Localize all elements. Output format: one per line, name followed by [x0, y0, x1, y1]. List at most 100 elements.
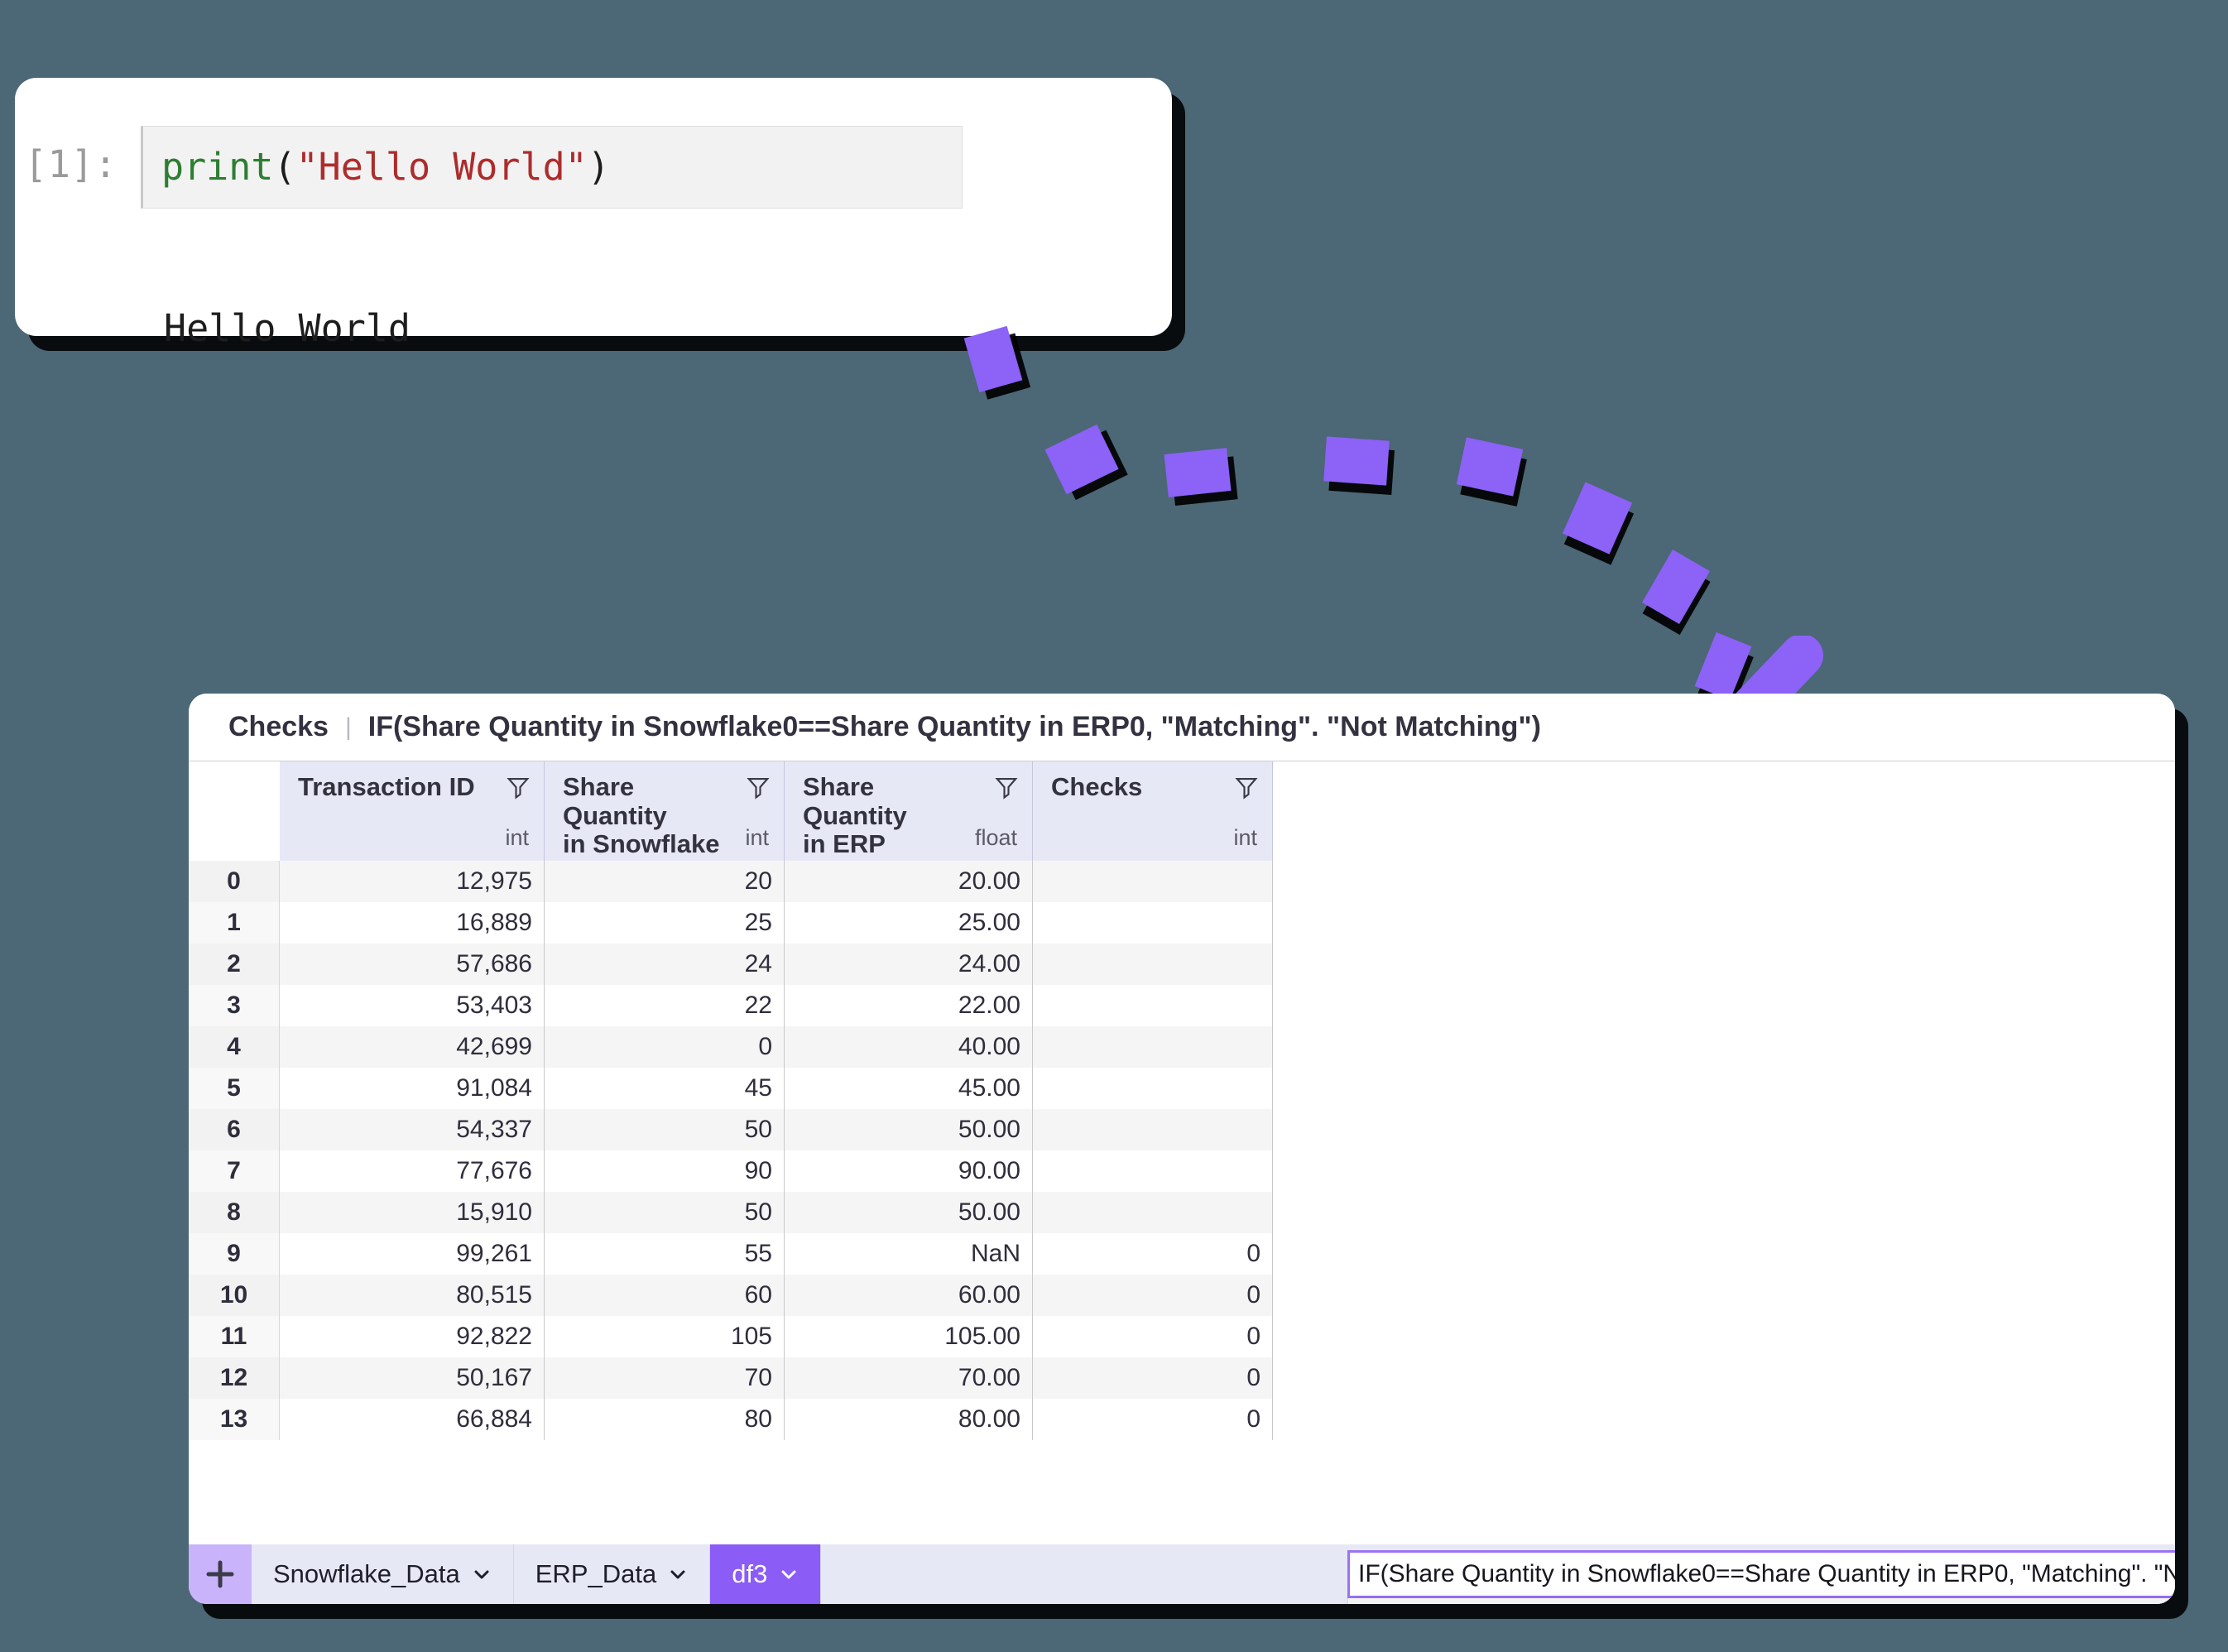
cell-checks[interactable]: 0: [1033, 1316, 1273, 1357]
sheet-tab-df3[interactable]: df3: [710, 1544, 821, 1604]
row-index-cell[interactable]: 4: [189, 1026, 280, 1068]
table-row[interactable]: 777,6769090.00: [189, 1150, 2175, 1192]
cell-transaction-id[interactable]: 16,889: [280, 902, 545, 944]
row-index-cell[interactable]: 10: [189, 1275, 280, 1316]
cell-checks[interactable]: [1033, 1026, 1273, 1068]
cell-share-quantity-erp[interactable]: NaN: [785, 1233, 1033, 1275]
cell-share-quantity-erp[interactable]: 70.00: [785, 1357, 1033, 1399]
table-row[interactable]: 999,26155NaN0: [189, 1233, 2175, 1275]
row-index-cell[interactable]: 8: [189, 1192, 280, 1233]
cell-share-quantity-snowflake[interactable]: 70: [545, 1357, 785, 1399]
row-index-cell[interactable]: 6: [189, 1109, 280, 1150]
cell-transaction-id[interactable]: 92,822: [280, 1316, 545, 1357]
row-index-cell[interactable]: 5: [189, 1068, 280, 1109]
table-row[interactable]: 1250,1677070.000: [189, 1357, 2175, 1399]
cell-transaction-id[interactable]: 77,676: [280, 1150, 545, 1192]
cell-share-quantity-snowflake[interactable]: 60: [545, 1275, 785, 1316]
row-index-cell[interactable]: 11: [189, 1316, 280, 1357]
cell-checks[interactable]: 0: [1033, 1275, 1273, 1316]
cell-share-quantity-snowflake[interactable]: 50: [545, 1109, 785, 1150]
formula-editor-input[interactable]: IF(Share Quantity in Snowflake0==Share Q…: [1347, 1550, 2175, 1598]
cell-share-quantity-snowflake[interactable]: 55: [545, 1233, 785, 1275]
cell-checks[interactable]: [1033, 1109, 1273, 1150]
cell-transaction-id[interactable]: 54,337: [280, 1109, 545, 1150]
cell-share-quantity-erp[interactable]: 90.00: [785, 1150, 1033, 1192]
cell-share-quantity-snowflake[interactable]: 45: [545, 1068, 785, 1109]
cell-checks[interactable]: 0: [1033, 1357, 1273, 1399]
cell-checks[interactable]: [1033, 1192, 1273, 1233]
cell-share-quantity-snowflake[interactable]: 22: [545, 985, 785, 1026]
edit-entire-column-row[interactable]: Edit entire column On: [1348, 1598, 2175, 1604]
chevron-down-icon[interactable]: [668, 1564, 688, 1584]
table-row[interactable]: 012,9752020.00: [189, 861, 2175, 902]
column-header-checks[interactable]: Checks int: [1033, 761, 1273, 861]
table-row[interactable]: 442,699040.00: [189, 1026, 2175, 1068]
cell-checks[interactable]: 0: [1033, 1233, 1273, 1275]
row-index-cell[interactable]: 2: [189, 944, 280, 985]
cell-share-quantity-erp[interactable]: 60.00: [785, 1275, 1033, 1316]
cell-share-quantity-erp[interactable]: 45.00: [785, 1068, 1033, 1109]
cell-share-quantity-snowflake[interactable]: 0: [545, 1026, 785, 1068]
cell-share-quantity-snowflake[interactable]: 20: [545, 861, 785, 902]
cell-checks[interactable]: [1033, 1068, 1273, 1109]
row-index-cell[interactable]: 7: [189, 1150, 280, 1192]
filter-icon[interactable]: [994, 775, 1019, 800]
filter-icon[interactable]: [746, 775, 771, 800]
cell-transaction-id[interactable]: 57,686: [280, 944, 545, 985]
cell-checks[interactable]: [1033, 902, 1273, 944]
cell-checks[interactable]: [1033, 944, 1273, 985]
cell-share-quantity-erp[interactable]: 80.00: [785, 1399, 1033, 1440]
cell-transaction-id[interactable]: 99,261: [280, 1233, 545, 1275]
cell-share-quantity-snowflake[interactable]: 90: [545, 1150, 785, 1192]
row-index-cell[interactable]: 12: [189, 1357, 280, 1399]
cell-transaction-id[interactable]: 53,403: [280, 985, 545, 1026]
cell-transaction-id[interactable]: 12,975: [280, 861, 545, 902]
add-sheet-button[interactable]: [189, 1544, 252, 1604]
chevron-down-icon[interactable]: [779, 1564, 799, 1584]
table-row[interactable]: 1080,5156060.000: [189, 1275, 2175, 1316]
column-header-share-quantity-snowflake[interactable]: Share Quantity in Snowflake int: [545, 761, 785, 861]
cell-share-quantity-snowflake[interactable]: 50: [545, 1192, 785, 1233]
cell-checks[interactable]: 0: [1033, 1399, 1273, 1440]
filter-icon[interactable]: [506, 775, 531, 800]
row-index-cell[interactable]: 3: [189, 985, 280, 1026]
table-row[interactable]: 1366,8848080.000: [189, 1399, 2175, 1440]
cell-checks[interactable]: [1033, 1150, 1273, 1192]
table-row[interactable]: 815,9105050.00: [189, 1192, 2175, 1233]
column-header-share-quantity-erp[interactable]: Share Quantity in ERP float: [785, 761, 1033, 861]
cell-share-quantity-snowflake[interactable]: 25: [545, 902, 785, 944]
sheet-tab-snowflake_data[interactable]: Snowflake_Data: [252, 1544, 514, 1604]
table-row[interactable]: 654,3375050.00: [189, 1109, 2175, 1150]
cell-share-quantity-erp[interactable]: 105.00: [785, 1316, 1033, 1357]
column-header-transaction-id[interactable]: Transaction ID int: [280, 761, 545, 861]
cell-transaction-id[interactable]: 15,910: [280, 1192, 545, 1233]
cell-transaction-id[interactable]: 91,084: [280, 1068, 545, 1109]
cell-share-quantity-snowflake[interactable]: 80: [545, 1399, 785, 1440]
cell-share-quantity-erp[interactable]: 24.00: [785, 944, 1033, 985]
cell-transaction-id[interactable]: 66,884: [280, 1399, 545, 1440]
table-row[interactable]: 353,4032222.00: [189, 985, 2175, 1026]
cell-checks[interactable]: [1033, 861, 1273, 902]
table-row[interactable]: 591,0844545.00: [189, 1068, 2175, 1109]
table-row[interactable]: 116,8892525.00: [189, 902, 2175, 944]
row-index-cell[interactable]: 13: [189, 1399, 280, 1440]
chevron-down-icon[interactable]: [472, 1564, 492, 1584]
cell-share-quantity-erp[interactable]: 40.00: [785, 1026, 1033, 1068]
cell-share-quantity-erp[interactable]: 20.00: [785, 861, 1033, 902]
row-index-cell[interactable]: 1: [189, 902, 280, 944]
sheet-tab-erp_data[interactable]: ERP_Data: [514, 1544, 710, 1604]
cell-share-quantity-erp[interactable]: 22.00: [785, 985, 1033, 1026]
cell-share-quantity-snowflake[interactable]: 105: [545, 1316, 785, 1357]
cell-share-quantity-erp[interactable]: 25.00: [785, 902, 1033, 944]
cell-checks[interactable]: [1033, 985, 1273, 1026]
row-index-cell[interactable]: 9: [189, 1233, 280, 1275]
cell-share-quantity-snowflake[interactable]: 24: [545, 944, 785, 985]
cell-share-quantity-erp[interactable]: 50.00: [785, 1192, 1033, 1233]
table-row[interactable]: 1192,822105105.000: [189, 1316, 2175, 1357]
cell-transaction-id[interactable]: 80,515: [280, 1275, 545, 1316]
table-row[interactable]: 257,6862424.00: [189, 944, 2175, 985]
formula-bar[interactable]: Checks | IF(Share Quantity in Snowflake0…: [189, 694, 2175, 761]
row-index-cell[interactable]: 0: [189, 861, 280, 902]
code-cell-editor[interactable]: print("Hello World"): [141, 126, 963, 209]
cell-share-quantity-erp[interactable]: 50.00: [785, 1109, 1033, 1150]
